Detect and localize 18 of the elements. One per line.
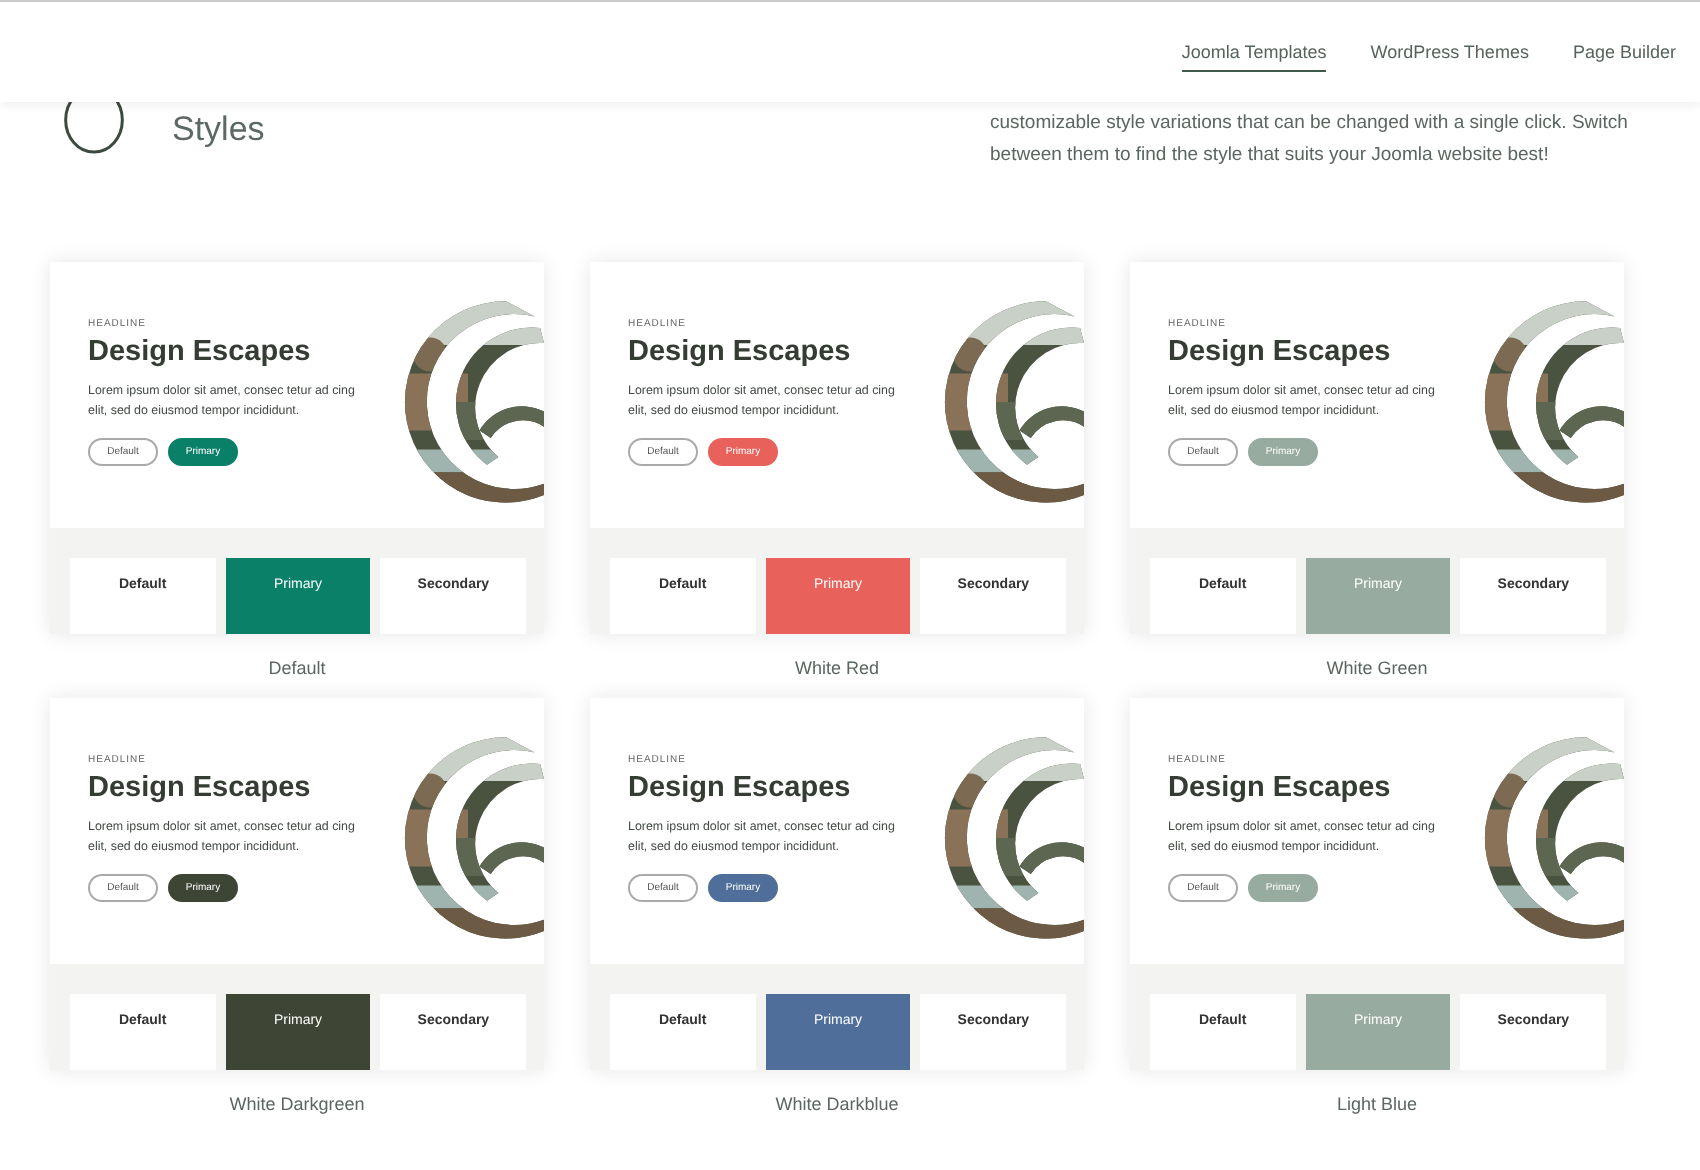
description-text: customizable style variations that can be changed with a single click. Switch xyxy=(990,110,1628,138)
style-name: Light Blue xyxy=(1334,1094,1420,1114)
style-name: White Green xyxy=(1324,658,1430,678)
style-name: Default xyxy=(266,658,328,678)
style-name: White Darkblue xyxy=(773,1094,901,1114)
preview-title: Design Escapes xyxy=(1168,336,1393,368)
preview-title: Design Escapes xyxy=(628,772,853,804)
preview-title: Design Escapes xyxy=(628,336,853,368)
style-name: White Darkgreen xyxy=(227,1094,367,1114)
preview-title: Design Escapes xyxy=(88,772,313,804)
nav-link[interactable]: Page Builder xyxy=(1572,32,1676,72)
preview-title: Design Escapes xyxy=(88,336,313,368)
style-name: White Red xyxy=(792,658,882,678)
description-text: between them to find the style that suits your Joomla website best! xyxy=(990,142,1551,170)
section-title: Styles xyxy=(172,110,265,150)
nav-link[interactable]: Joomla Templates xyxy=(1181,32,1327,72)
preview-title: Design Escapes xyxy=(1168,772,1393,804)
nav-link[interactable]: WordPress Themes xyxy=(1370,32,1529,72)
